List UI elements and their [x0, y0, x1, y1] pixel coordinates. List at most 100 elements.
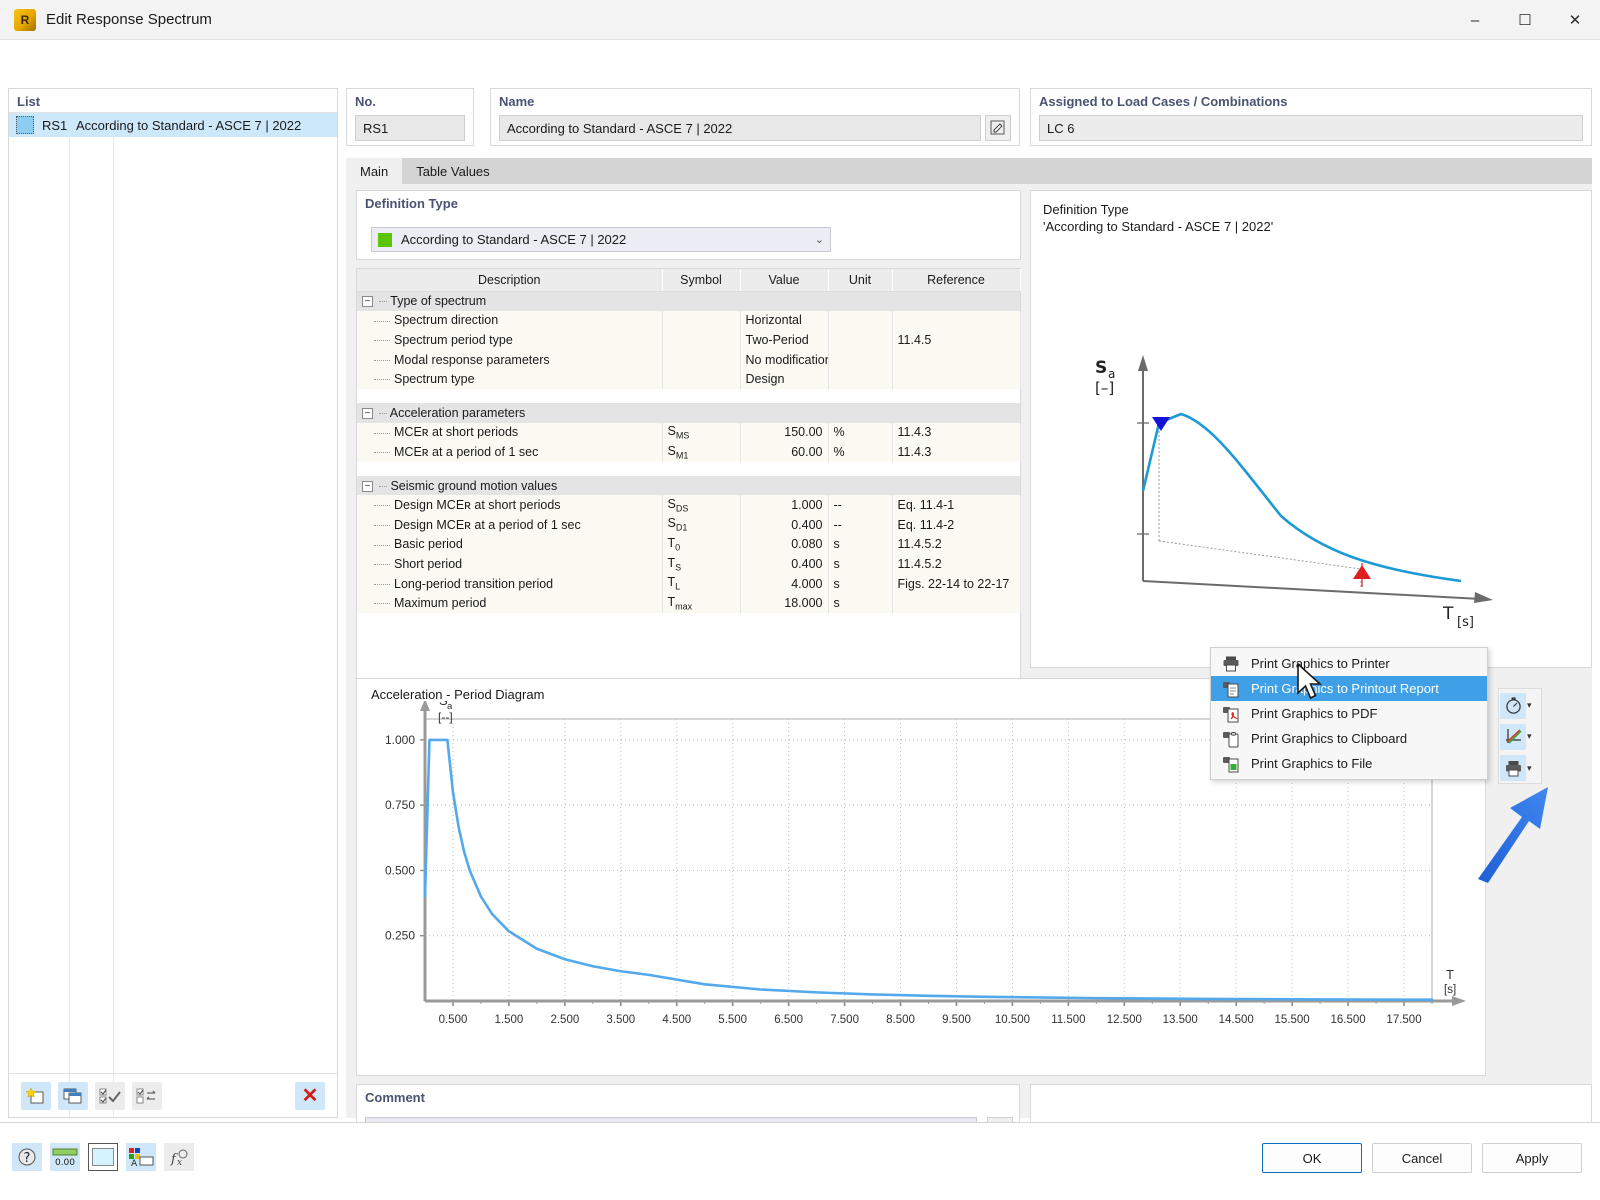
- cell-reference: 11.4.3: [892, 442, 1021, 462]
- cell-description: Modal response parameters: [357, 349, 663, 370]
- svg-text:T: T: [1442, 604, 1454, 624]
- tab-table-values[interactable]: Table Values: [402, 158, 504, 184]
- tab-main[interactable]: Main: [346, 158, 403, 184]
- copy-item-button[interactable]: [58, 1081, 88, 1110]
- cell-value[interactable]: Horizontal: [740, 310, 829, 331]
- menu-item-print-to-printout-report[interactable]: Print Graphics to Printout Report: [1211, 676, 1487, 701]
- cell-value[interactable]: Design: [740, 369, 829, 389]
- cell-value[interactable]: 150.00: [740, 422, 829, 443]
- cell-value[interactable]: 4.000: [740, 573, 829, 594]
- cell-symbol: Tmax: [662, 593, 741, 613]
- table-row[interactable]: Short period TS 0.400 s 11.4.5.2: [357, 554, 1021, 574]
- table-group-row[interactable]: − Type of spectrum: [357, 291, 1020, 311]
- table-header-row: Description Symbol Value Unit Reference: [357, 269, 1021, 292]
- dialog-buttons: OK Cancel Apply: [1262, 1143, 1582, 1173]
- chart-x-axis-arrow: [1452, 996, 1466, 1006]
- table-row[interactable]: Maximum period Tmax 18.000 s: [357, 593, 1021, 613]
- cell-reference: Eq. 11.4-2: [892, 514, 1021, 535]
- diagram-settings-button[interactable]: ▾: [1500, 691, 1540, 720]
- color-button[interactable]: [88, 1143, 118, 1171]
- preview-caption: Definition Type 'According to Standard -…: [1031, 191, 1591, 235]
- no-input[interactable]: RS1: [355, 115, 465, 141]
- clipboard-icon: [1219, 730, 1243, 748]
- collapse-icon[interactable]: −: [362, 480, 373, 492]
- annotation-arrow: [1478, 787, 1548, 883]
- column-unit: Unit: [828, 269, 893, 292]
- apply-button[interactable]: Apply: [1482, 1143, 1582, 1173]
- menu-item-print-to-printer[interactable]: Print Graphics to Printer: [1211, 651, 1487, 676]
- new-item-button[interactable]: [21, 1081, 51, 1110]
- units-button[interactable]: 0.00: [50, 1143, 80, 1171]
- chart-ytick-label: 0.750: [385, 798, 415, 812]
- chevron-down-icon[interactable]: ▾: [1527, 763, 1532, 774]
- svg-text:0.00: 0.00: [55, 1158, 75, 1167]
- definition-type-select[interactable]: According to Standard - ASCE 7 | 2022 ⌄: [371, 227, 831, 252]
- cell-value[interactable]: 0.400: [740, 514, 829, 535]
- table-row[interactable]: Spectrum type Design: [357, 369, 1021, 389]
- table-row[interactable]: Design MCEʀ at short periods SDS 1.000 -- Eq…: [357, 495, 1021, 515]
- table-row[interactable]: MCEʀ at short periods SMS 150.00% 11.4.3: [357, 422, 1021, 443]
- maximize-button[interactable]: ☐: [1500, 0, 1550, 40]
- list-title: List: [17, 94, 41, 109]
- table-row[interactable]: Modal response parameters No modification: [357, 349, 1021, 370]
- spacer-cell: [357, 388, 1020, 403]
- table-row[interactable]: Spectrum period type Two-Period 11.4.5: [357, 330, 1021, 350]
- formula-button[interactable]: fx: [164, 1143, 194, 1171]
- print-graphics-context-menu: Print Graphics to Printer Print Graphics…: [1210, 647, 1488, 780]
- legend-button[interactable]: A: [126, 1143, 156, 1171]
- help-button[interactable]: ?: [12, 1143, 42, 1171]
- name-input[interactable]: According to Standard - ASCE 7 | 2022: [499, 115, 981, 141]
- cell-symbol: SMS: [662, 422, 741, 443]
- delete-item-button[interactable]: ✕: [295, 1081, 325, 1110]
- svg-text:S: S: [1095, 358, 1107, 378]
- select-all-button[interactable]: [95, 1081, 125, 1110]
- table-spacer-row: [357, 461, 1020, 476]
- table-row[interactable]: MCEʀ at a period of 1 sec SM1 60.00% 11.4.3: [357, 442, 1021, 462]
- table-group-row[interactable]: − Seismic ground motion values: [357, 475, 1020, 496]
- collapse-icon[interactable]: −: [362, 407, 373, 419]
- chart-xtick-label: 3.500: [606, 1014, 635, 1026]
- menu-item-label: Print Graphics to PDF: [1251, 706, 1378, 721]
- cell-value[interactable]: 0.080: [740, 534, 829, 555]
- list-rows: RS1 According to Standard - ASCE 7 | 202…: [9, 113, 337, 137]
- cell-reference: [892, 593, 1021, 613]
- cancel-button[interactable]: Cancel: [1372, 1143, 1472, 1173]
- cell-value[interactable]: Two-Period: [740, 330, 829, 350]
- cell-value[interactable]: No modification: [740, 349, 829, 370]
- diagram-style-button[interactable]: ▾: [1500, 722, 1540, 751]
- table-group-row[interactable]: − Acceleration parameters: [357, 402, 1020, 423]
- menu-item-print-to-pdf[interactable]: Print Graphics to PDF: [1211, 701, 1487, 726]
- chart-xtick-label: 9.500: [942, 1014, 971, 1026]
- chevron-down-icon[interactable]: ▾: [1527, 700, 1532, 711]
- svg-text:A: A: [131, 1159, 138, 1167]
- cell-unit: [828, 310, 893, 331]
- table-row[interactable]: Long-period transition period TL 4.000 s Fig…: [357, 573, 1021, 594]
- chart-ytick-label: 0.500: [385, 863, 415, 877]
- close-button[interactable]: ✕: [1550, 0, 1600, 40]
- cell-value[interactable]: 0.400: [740, 554, 829, 574]
- cell-value[interactable]: 18.000: [740, 593, 829, 613]
- minimize-button[interactable]: –: [1450, 0, 1500, 40]
- cell-value[interactable]: 1.000: [740, 495, 829, 515]
- table-row[interactable]: Design MCEʀ at a period of 1 sec SD1 0.400…: [357, 514, 1021, 535]
- list-item[interactable]: RS1 According to Standard - ASCE 7 | 202…: [9, 113, 337, 137]
- parameters-table: Description Symbol Value Unit Reference …: [357, 269, 1021, 613]
- menu-item-print-to-file[interactable]: Print Graphics to File: [1211, 751, 1487, 776]
- edit-name-button[interactable]: [985, 115, 1011, 141]
- list-item-no: RS1: [42, 117, 68, 133]
- collapse-icon[interactable]: −: [362, 296, 373, 308]
- cell-value[interactable]: 60.00: [740, 442, 829, 462]
- table-row[interactable]: Basic period T0 0.080 s 11.4.5.2: [357, 534, 1021, 555]
- table-row[interactable]: Spectrum direction Horizontal: [357, 310, 1021, 331]
- pdf-icon: [1219, 705, 1243, 723]
- ok-button[interactable]: OK: [1262, 1143, 1362, 1173]
- chart-xtick-label: 11.500: [1051, 1014, 1085, 1026]
- menu-item-print-to-clipboard[interactable]: Print Graphics to Clipboard: [1211, 726, 1487, 751]
- chevron-down-icon[interactable]: ▾: [1527, 731, 1532, 742]
- name-label: Name: [499, 94, 535, 109]
- invert-selection-button[interactable]: [132, 1081, 162, 1110]
- window-controls: – ☐ ✕: [1450, 0, 1600, 40]
- chart-xtick-label: 5.500: [718, 1014, 747, 1026]
- menu-item-label: Print Graphics to Printout Report: [1251, 681, 1439, 696]
- menu-item-label: Print Graphics to Clipboard: [1251, 731, 1408, 746]
